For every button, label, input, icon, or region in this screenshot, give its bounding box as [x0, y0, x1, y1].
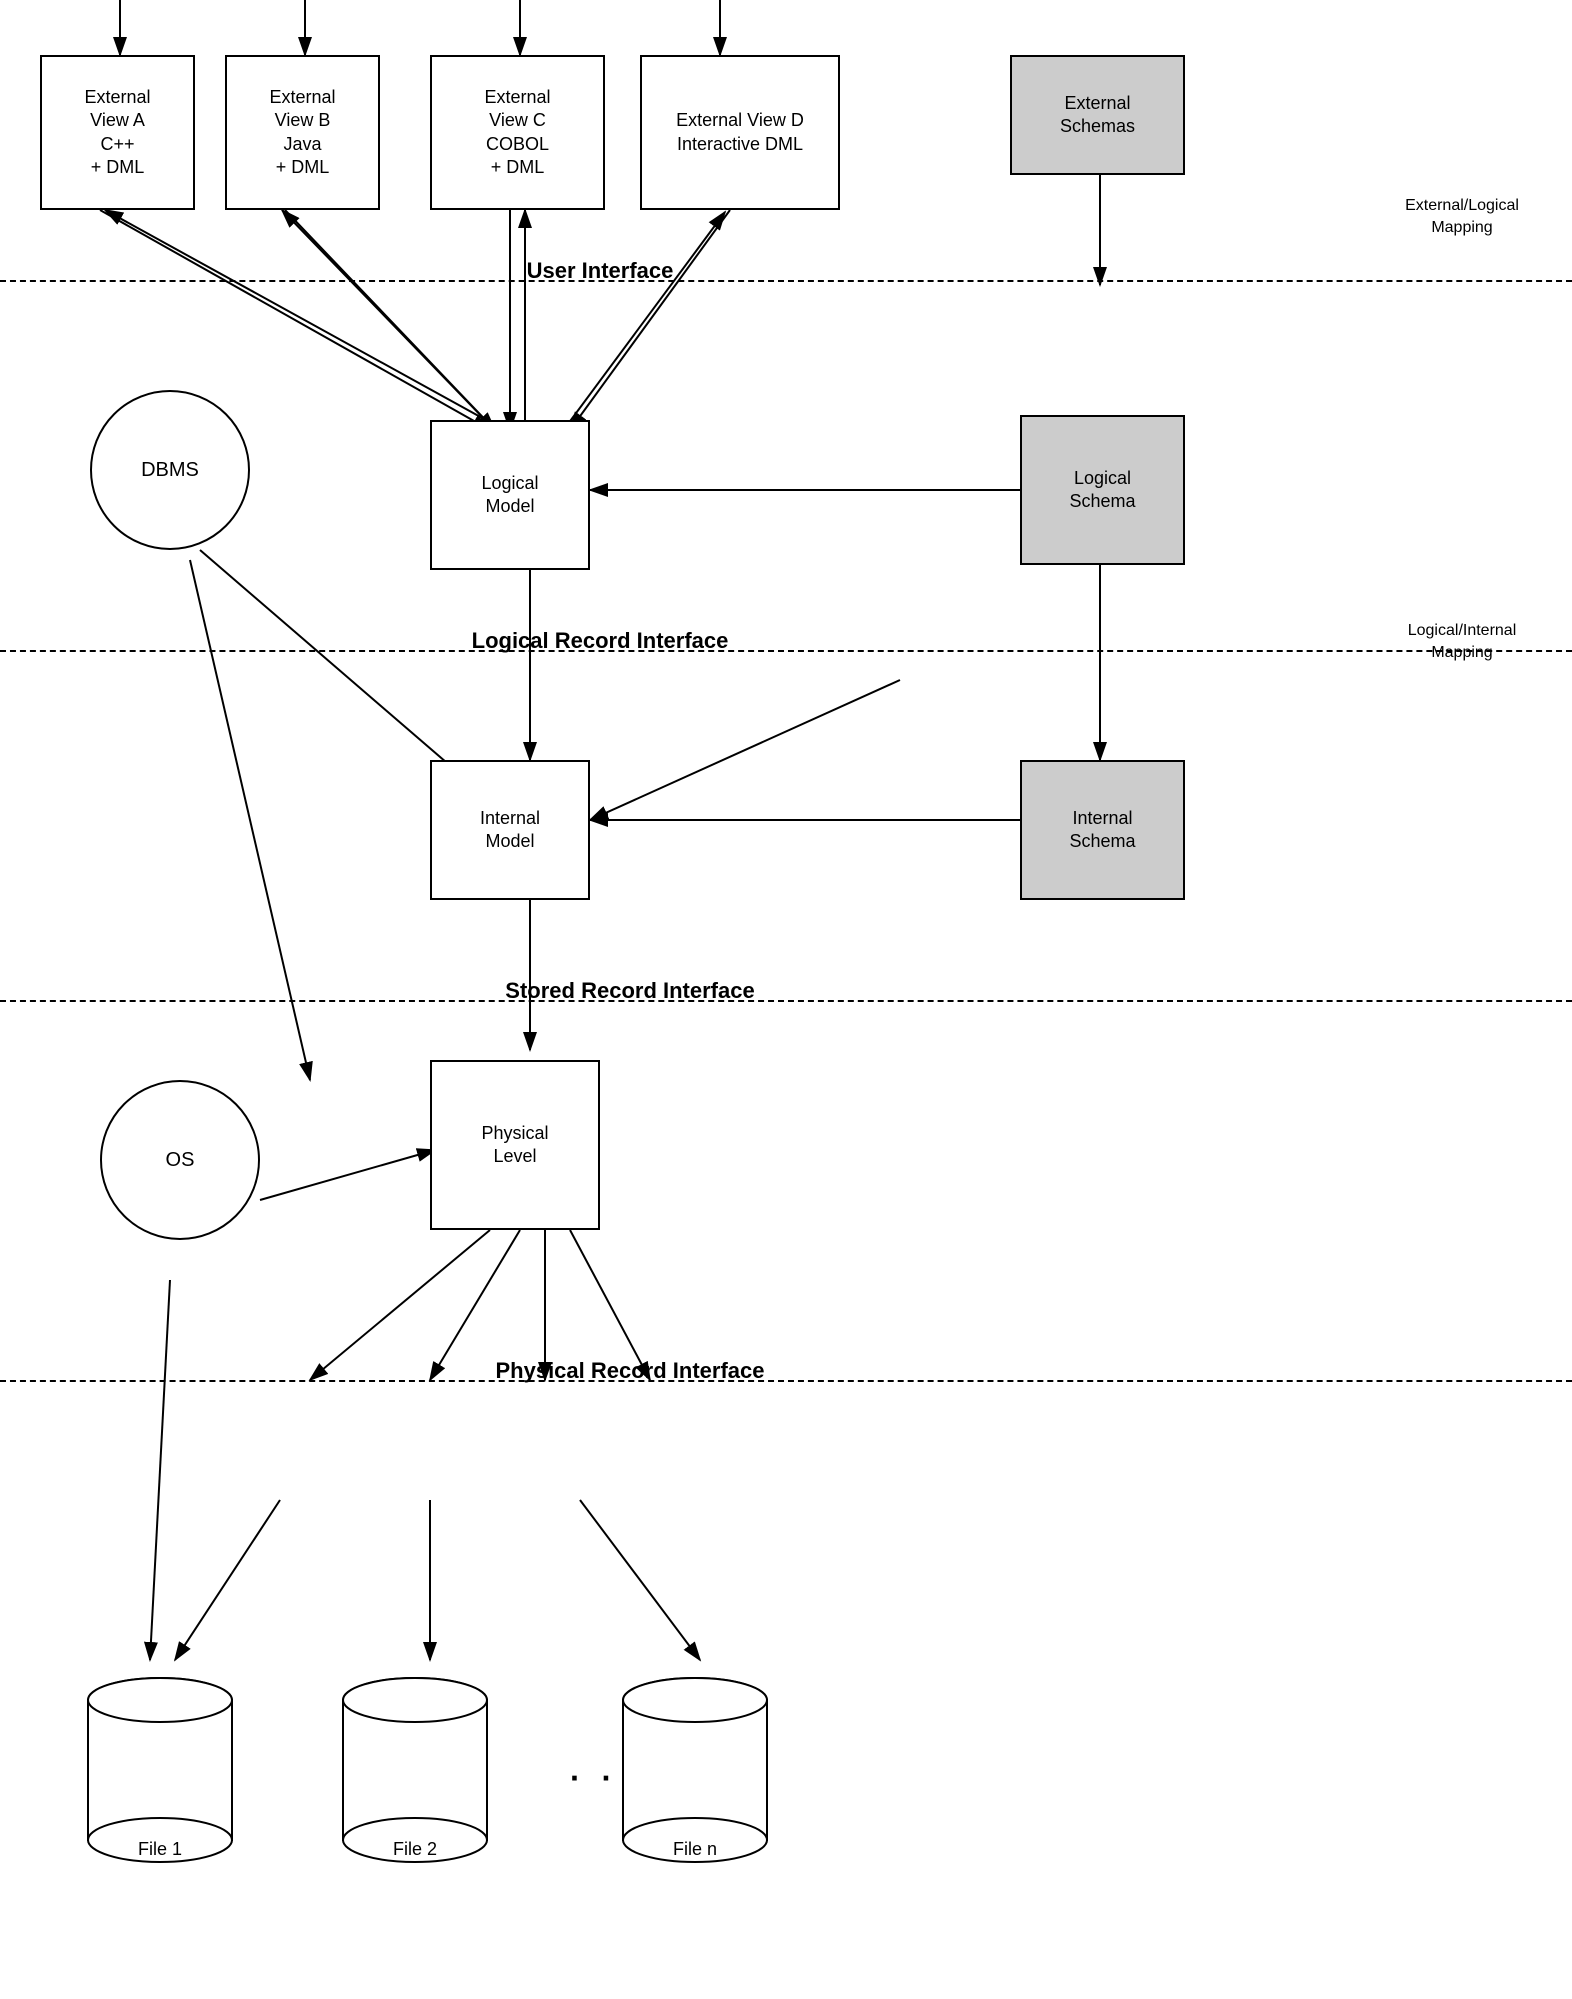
ext-schemas: External Schemas [1010, 55, 1185, 175]
file-n-label: File n [673, 1839, 717, 1860]
ext-logical-mapping-label: External/Logical Mapping [1382, 195, 1542, 240]
file-2-cylinder: File 2 [335, 1660, 495, 1880]
physical-record-interface-label: Physical Record Interface [230, 1358, 1030, 1384]
logical-internal-mapping-label: Logical/Internal Mapping [1382, 620, 1542, 665]
file-n-cylinder: File n [615, 1660, 775, 1880]
internal-model: Internal Model [430, 760, 590, 900]
ext-view-b: External View B Java + DML [225, 55, 380, 210]
internal-schema: Internal Schema [1020, 760, 1185, 900]
logical-record-interface-label: Logical Record Interface [250, 628, 950, 654]
ext-view-a: External View A C++ + DML [40, 55, 195, 210]
stored-record-interface-label: Stored Record Interface [280, 978, 980, 1004]
physical-level: Physical Level [430, 1060, 600, 1230]
diagram: External View A C++ + DML External View … [0, 0, 1572, 1999]
file-2-label: File 2 [393, 1839, 437, 1860]
file-1-label: File 1 [138, 1839, 182, 1860]
file-1-cylinder: File 1 [80, 1660, 240, 1880]
ext-view-c: External View C COBOL + DML [430, 55, 605, 210]
dbms-circle: DBMS [90, 390, 250, 550]
ext-view-d: External View D Interactive DML [640, 55, 840, 210]
logical-schema: Logical Schema [1020, 415, 1185, 565]
os-circle: OS [100, 1080, 260, 1240]
logical-model: Logical Model [430, 420, 590, 570]
user-interface-label: User Interface [350, 258, 850, 284]
